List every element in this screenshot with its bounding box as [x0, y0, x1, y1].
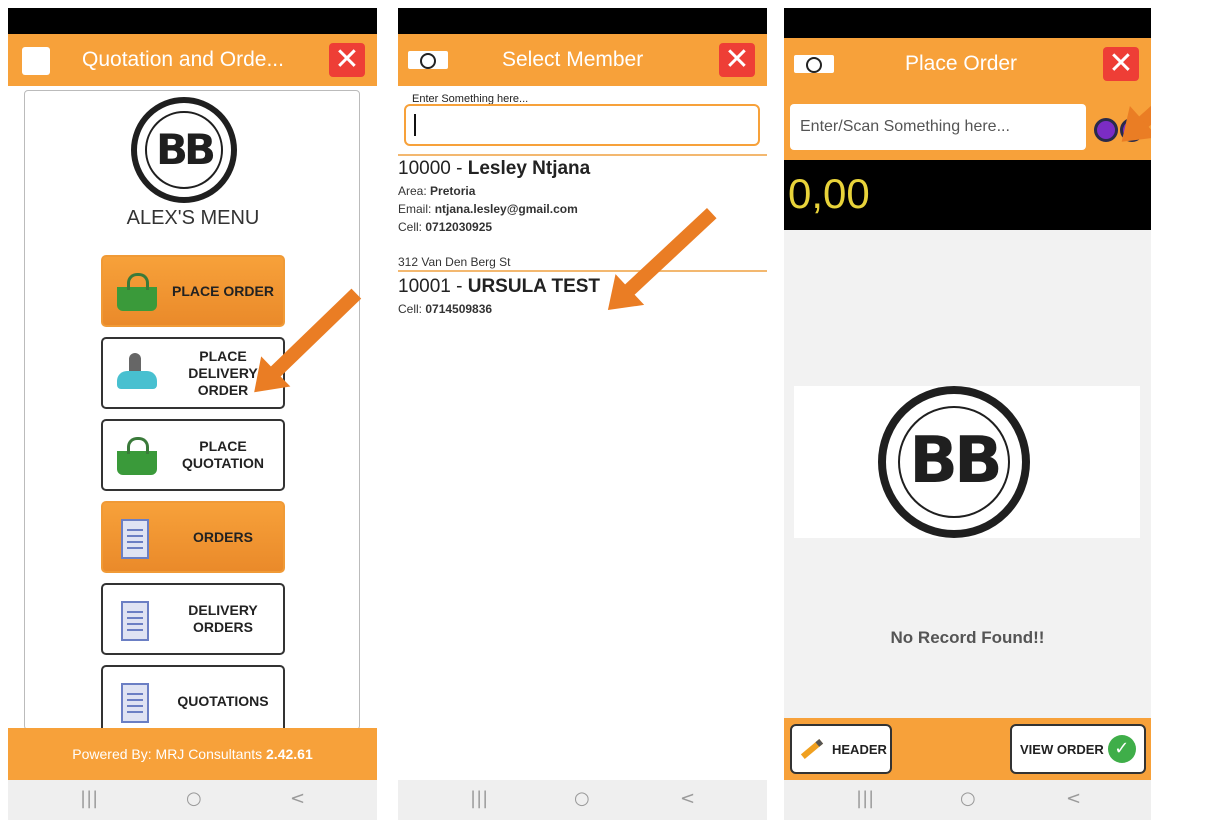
nav-bar: ||| ○ <	[8, 780, 377, 820]
place-quotation-button[interactable]: PLACE QUOTATION	[101, 419, 285, 491]
button-label: ORDERS	[193, 528, 253, 545]
bb-logo-icon	[794, 55, 834, 73]
status-bar	[398, 8, 767, 34]
divider	[398, 154, 767, 156]
menu-panel: BB ALEX'S MENU PLACE ORDER PLACE DELIVER…	[24, 90, 360, 737]
member-address: 312 Van Den Berg St	[398, 255, 511, 269]
member-search-input[interactable]	[404, 104, 760, 146]
logo-card: BB	[794, 386, 1140, 538]
recent-apps-icon[interactable]: |||	[470, 788, 488, 809]
member-email: Email: ntjana.lesley@gmail.com	[398, 202, 578, 216]
close-button[interactable]: ✕	[1103, 47, 1139, 81]
quotations-button[interactable]: QUOTATIONS	[101, 665, 285, 737]
button-label: PLACE ORDER	[172, 282, 274, 299]
page-title: Select Member	[502, 48, 644, 71]
order-total-bar: 0,00	[784, 160, 1151, 230]
home-icon[interactable]: ○	[574, 788, 590, 809]
menu-heading: ALEX'S MENU	[126, 207, 260, 229]
button-label: PLACE QUOTATION	[182, 438, 264, 471]
status-bar	[784, 8, 1151, 38]
version-label: 2.42.61	[266, 746, 313, 762]
divider	[398, 270, 767, 272]
app-icon	[22, 47, 50, 75]
title-bar: Place Order ✕	[784, 38, 1151, 90]
back-icon[interactable]: <	[1066, 788, 1081, 809]
button-label: QUOTATIONS	[177, 692, 269, 709]
recent-apps-icon[interactable]: |||	[856, 788, 874, 809]
member-area: Area: Pretoria	[398, 184, 476, 198]
bb-logo: BB	[878, 386, 1030, 538]
header-button-label: HEADER	[832, 741, 887, 757]
member-heading: 10001 - URSULA TEST	[398, 276, 600, 298]
bb-logo-icon	[408, 51, 448, 69]
back-icon[interactable]: <	[680, 788, 695, 809]
menu-screen: Quotation and Orde... ✕ BB ALEX'S MENU P…	[8, 8, 377, 820]
bb-logo: BB	[131, 97, 237, 203]
home-icon[interactable]: ○	[186, 788, 202, 809]
logo-letters: BB	[155, 125, 216, 174]
select-member-screen: Select Member ✕ Enter Something here... …	[398, 8, 767, 820]
basket-icon	[115, 271, 159, 315]
page-title: Quotation and Orde...	[82, 48, 284, 71]
nav-bar: ||| ○ <	[398, 780, 767, 820]
recent-apps-icon[interactable]: |||	[80, 788, 98, 809]
member-code: 10000 -	[398, 158, 468, 179]
document-icon	[115, 681, 159, 725]
place-order-screen: Place Order ✕ 0,00 BB No Record Found!! …	[784, 8, 1151, 820]
home-icon[interactable]: ○	[960, 788, 976, 809]
scooter-icon	[115, 353, 159, 397]
nav-bar: ||| ○ <	[784, 780, 1151, 820]
text-cursor	[414, 114, 416, 136]
order-total: 0,00	[788, 170, 870, 217]
close-button[interactable]: ✕	[329, 43, 365, 77]
member-heading: 10000 - Lesley Ntjana	[398, 158, 590, 180]
view-order-label: VIEW ORDER	[1020, 741, 1104, 757]
button-label: DELIVERY ORDERS	[188, 602, 258, 635]
check-icon: ✓	[1107, 735, 1136, 763]
member-cell: Cell: 0714509836	[398, 302, 493, 316]
view-order-button[interactable]: VIEW ORDER ✓	[1010, 724, 1146, 774]
member-name: Lesley Ntjana	[467, 158, 591, 179]
delivery-orders-button[interactable]: DELIVERY ORDERS	[101, 583, 285, 655]
title-bar: Quotation and Orde... ✕	[8, 34, 377, 86]
document-icon	[115, 599, 159, 643]
member-cell: Cell: 0712030925	[398, 220, 493, 234]
member-code: 10001 -	[398, 276, 468, 297]
document-icon	[115, 517, 159, 561]
page-title: Place Order	[905, 52, 1018, 75]
empty-message: No Record Found!!	[890, 628, 1045, 647]
scan-search-input[interactable]	[790, 104, 1086, 150]
footer: Powered By: MRJ Consultants 2.42.61	[8, 728, 377, 780]
back-icon[interactable]: <	[290, 788, 305, 809]
title-bar: Select Member ✕	[398, 34, 767, 86]
basket-icon	[115, 435, 159, 479]
bottom-action-bar: HEADER VIEW ORDER ✓	[784, 718, 1151, 780]
annotation-arrow	[619, 208, 717, 301]
member-name: URSULA TEST	[467, 276, 601, 297]
close-button[interactable]: ✕	[719, 43, 755, 77]
pencil-icon	[800, 738, 824, 760]
status-bar	[8, 8, 377, 34]
scan-search-field[interactable]	[790, 104, 1086, 150]
logo-letters: BB	[909, 424, 1003, 498]
place-order-button[interactable]: PLACE ORDER	[101, 255, 285, 327]
orders-button[interactable]: ORDERS	[101, 501, 285, 573]
footer-text: Powered By: MRJ Consultants	[72, 746, 263, 762]
header-button[interactable]: HEADER	[790, 724, 892, 774]
